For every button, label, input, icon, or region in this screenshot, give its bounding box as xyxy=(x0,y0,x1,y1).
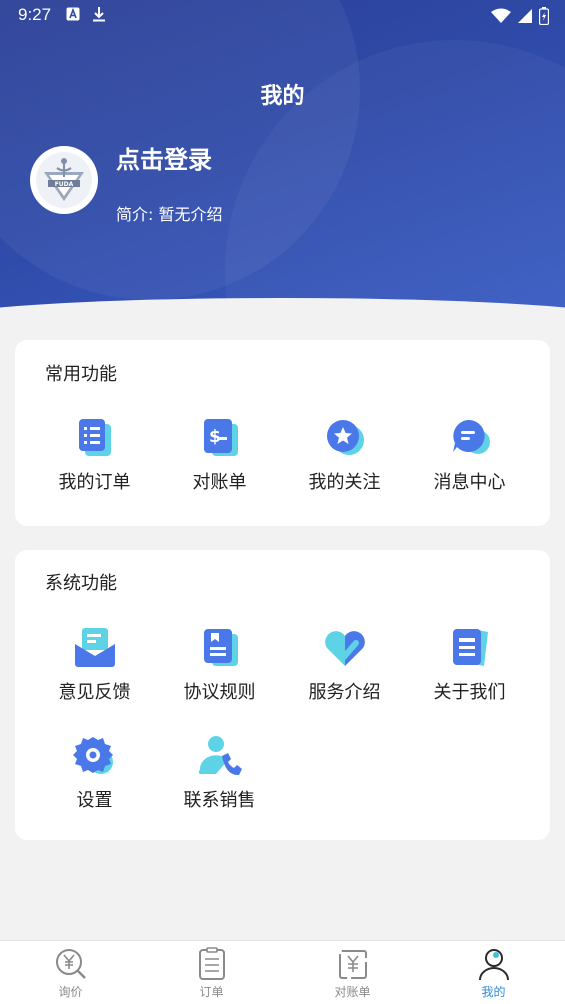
login-link[interactable]: 点击登录 xyxy=(116,140,212,175)
page-title: 我的 xyxy=(260,84,305,109)
company-logo-icon: FUDA xyxy=(36,152,92,208)
tab-orders[interactable]: 订单 xyxy=(141,941,282,1004)
status-time: 9:27 xyxy=(18,5,52,24)
inquiry-icon xyxy=(54,947,88,981)
settings-label: 设置 xyxy=(76,790,113,811)
system-section-title: 系统功能 xyxy=(45,573,117,594)
contact-sales-label: 联系销售 xyxy=(183,790,256,811)
about-us-label: 关于我们 xyxy=(433,682,506,703)
about-us-item[interactable]: 关于我们 xyxy=(407,626,532,704)
tab-orders-label: 订单 xyxy=(199,985,224,999)
message-icon xyxy=(448,416,492,460)
profile-icon xyxy=(477,947,511,981)
settings-item[interactable]: 设置 xyxy=(32,734,157,812)
my-favorites-item[interactable]: 我的关注 xyxy=(282,416,407,494)
intro-value: 暂无介绍 xyxy=(158,205,223,224)
intro-label: 简介: xyxy=(116,205,154,224)
favorite-icon xyxy=(323,416,367,460)
feedback-icon xyxy=(73,626,117,670)
contact-sales-item[interactable]: 联系销售 xyxy=(157,734,282,812)
settings-icon xyxy=(72,734,117,778)
profile-intro: 简介: 暂无介绍 xyxy=(116,201,223,225)
tab-statement-label: 对账单 xyxy=(334,985,371,999)
bottom-tab-bar: 询价 订单 对账单 我的 xyxy=(0,940,565,1004)
wifi-icon xyxy=(491,8,511,28)
message-center-label: 消息中心 xyxy=(433,472,506,493)
service-intro-item[interactable]: 服务介绍 xyxy=(282,626,407,704)
logo-text: FUDA xyxy=(55,181,74,188)
contact-sales-icon xyxy=(198,734,242,778)
tab-profile-label: 我的 xyxy=(481,985,506,999)
tab-inquiry-label: 询价 xyxy=(58,985,83,999)
feedback-item[interactable]: 意见反馈 xyxy=(32,626,157,704)
notification-a-icon xyxy=(66,6,80,26)
my-orders-item[interactable]: 我的订单 xyxy=(32,416,157,494)
status-bar: 9:27 xyxy=(0,0,565,32)
message-center-item[interactable]: 消息中心 xyxy=(407,416,532,494)
statement-label: 对账单 xyxy=(192,472,247,493)
common-functions-card: 常用功能 我的订单 $ 对账单 我的关注 消息中心 xyxy=(15,340,550,526)
statement-item[interactable]: $ 对账单 xyxy=(157,416,282,494)
service-intro-label: 服务介绍 xyxy=(308,682,381,703)
statement-tab-icon xyxy=(336,947,370,981)
common-section-title: 常用功能 xyxy=(45,364,117,385)
agreement-item[interactable]: 协议规则 xyxy=(157,626,282,704)
avatar[interactable]: FUDA xyxy=(30,146,98,214)
signal-icon xyxy=(517,8,533,28)
my-orders-label: 我的订单 xyxy=(58,472,131,493)
tab-statement[interactable]: 对账单 xyxy=(282,941,423,1004)
order-list-icon xyxy=(73,416,117,460)
my-favorites-label: 我的关注 xyxy=(308,472,381,493)
order-icon xyxy=(195,947,229,981)
feedback-label: 意见反馈 xyxy=(58,682,131,703)
system-functions-card: 系统功能 意见反馈 协议规则 服务介绍 关于我们 设置 联系销售 xyxy=(15,550,550,840)
download-icon xyxy=(92,6,106,26)
agreement-label: 协议规则 xyxy=(183,682,256,703)
agreement-icon xyxy=(198,626,242,670)
statement-icon: $ xyxy=(198,416,242,460)
tab-inquiry[interactable]: 询价 xyxy=(0,941,141,1004)
service-icon xyxy=(323,626,367,670)
tab-profile[interactable]: 我的 xyxy=(423,941,564,1004)
battery-icon xyxy=(538,7,550,29)
about-icon xyxy=(448,626,492,670)
